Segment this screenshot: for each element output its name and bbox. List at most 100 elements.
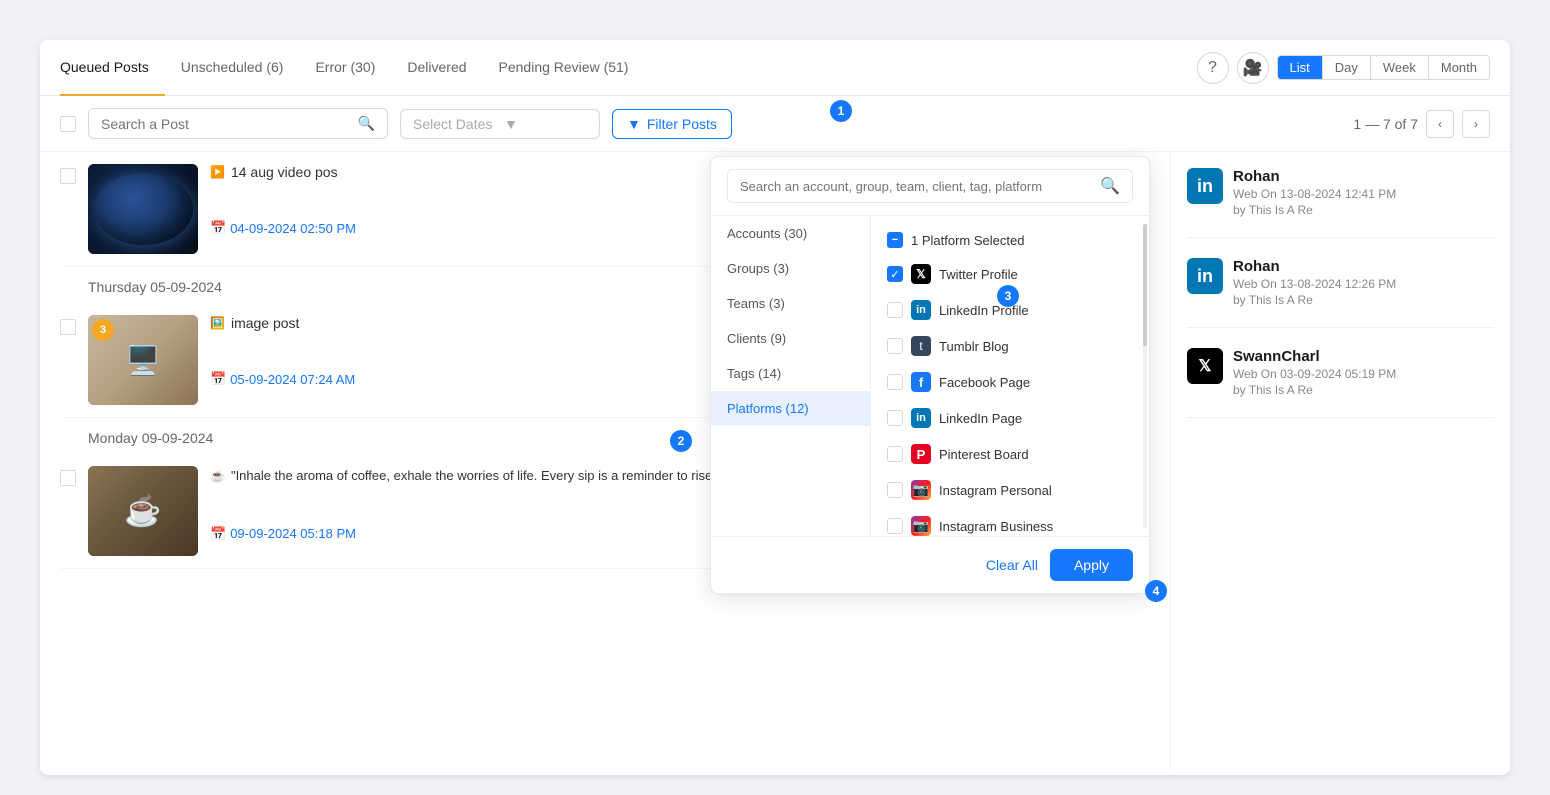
date-select[interactable]: Select Dates ▼ bbox=[400, 109, 600, 139]
checkbox-all-platforms[interactable] bbox=[887, 232, 903, 248]
tab-error[interactable]: Error (30) bbox=[299, 40, 391, 96]
linkedin-page-icon: in bbox=[911, 408, 931, 428]
account-by-3: by This Is A Re bbox=[1233, 383, 1396, 397]
view-list-button[interactable]: List bbox=[1278, 56, 1323, 79]
video-camera-icon: 🎥 bbox=[1243, 58, 1263, 78]
filter-option-linkedin-page[interactable]: in LinkedIn Page bbox=[871, 400, 1149, 436]
search-icon: 🔍 bbox=[358, 115, 375, 132]
filter-option-facebook[interactable]: f Facebook Page bbox=[871, 364, 1149, 400]
option-label-twitter: Twitter Profile bbox=[939, 267, 1018, 282]
filter-search-inner[interactable]: 🔍 bbox=[727, 169, 1133, 203]
checkbox-facebook[interactable] bbox=[887, 374, 903, 390]
account-by-2: by This Is A Re bbox=[1233, 293, 1396, 307]
select-all-checkbox[interactable] bbox=[60, 116, 76, 132]
filter-option-pinterest[interactable]: P Pinterest Board bbox=[871, 436, 1149, 472]
linkedin-platform-icon: in bbox=[911, 300, 931, 320]
coffee-image: ☕ bbox=[88, 466, 198, 556]
filter-label: Filter Posts bbox=[647, 116, 717, 132]
view-btn-group: List Day Week Month bbox=[1277, 55, 1491, 80]
view-month-button[interactable]: Month bbox=[1429, 56, 1489, 79]
calendar-icon-3: 📅 bbox=[210, 526, 226, 542]
step-badge-4: 4 bbox=[1145, 580, 1167, 602]
image-post-icon: 🖼️ bbox=[210, 316, 225, 330]
step-badge-1: 1 bbox=[830, 100, 852, 122]
account-detail-1: Web On 13-08-2024 12:41 PM bbox=[1233, 187, 1396, 201]
account-info-2: Rohan Web On 13-08-2024 12:26 PM by This… bbox=[1233, 258, 1396, 307]
post-badge-2: 3 bbox=[92, 319, 114, 341]
twitter-platform-icon: 𝕏 bbox=[911, 264, 931, 284]
twitter-icon-1: 𝕏 bbox=[1187, 348, 1223, 384]
right-panel: in Rohan Web On 13-08-2024 12:41 PM by T… bbox=[1170, 152, 1510, 771]
checkbox-linkedin[interactable] bbox=[887, 302, 903, 318]
step-badge-2: 2 bbox=[670, 430, 692, 452]
filter-accounts[interactable]: Accounts (30) bbox=[711, 216, 870, 251]
post-title-2: image post bbox=[231, 315, 299, 331]
account-detail-2: Web On 13-08-2024 12:26 PM bbox=[1233, 277, 1396, 291]
search-input[interactable] bbox=[101, 116, 350, 132]
next-page-button[interactable]: › bbox=[1462, 110, 1490, 138]
calendar-icon-1: 📅 bbox=[210, 220, 226, 236]
view-day-button[interactable]: Day bbox=[1323, 56, 1371, 79]
checkbox-instagram-business[interactable] bbox=[887, 518, 903, 534]
filter-option-all[interactable]: 1 Platform Selected bbox=[871, 224, 1149, 256]
video-icon-btn[interactable]: 🎥 bbox=[1237, 52, 1269, 84]
checkbox-tumblr[interactable] bbox=[887, 338, 903, 354]
post-checkbox-1[interactable] bbox=[60, 168, 76, 184]
option-label-facebook: Facebook Page bbox=[939, 375, 1030, 390]
post-checkbox-3[interactable] bbox=[60, 470, 76, 486]
date-select-text: Select Dates bbox=[413, 116, 496, 132]
filter-search-input[interactable] bbox=[740, 179, 1092, 194]
filter-groups[interactable]: Groups (3) bbox=[711, 251, 870, 286]
tabs-bar: Queued Posts Unscheduled (6) Error (30) … bbox=[40, 40, 1510, 96]
linkedin-icon-1: in bbox=[1187, 168, 1223, 204]
app-container: Queued Posts Unscheduled (6) Error (30) … bbox=[0, 0, 1550, 795]
option-label-instagram-personal: Instagram Personal bbox=[939, 483, 1052, 498]
checkbox-pinterest[interactable] bbox=[887, 446, 903, 462]
search-box[interactable]: 🔍 bbox=[88, 108, 388, 139]
post-thumbnail-2: 🖥️ 3 bbox=[88, 315, 198, 405]
filter-option-instagram-business[interactable]: 📷 Instagram Business bbox=[871, 508, 1149, 536]
calendar-icon-2: 📅 bbox=[210, 371, 226, 387]
filter-search-icon: 🔍 bbox=[1100, 176, 1120, 196]
help-icon-btn[interactable]: ? bbox=[1197, 52, 1229, 84]
step-badge-3: 3 bbox=[997, 285, 1019, 307]
account-by-1: by This Is A Re bbox=[1233, 203, 1396, 217]
filter-option-tumblr[interactable]: t Tumblr Blog bbox=[871, 328, 1149, 364]
tab-delivered[interactable]: Delivered bbox=[391, 40, 482, 96]
filter-options-panel: 1 Platform Selected 𝕏 Twitter Profile in… bbox=[871, 216, 1149, 536]
checkbox-twitter[interactable] bbox=[887, 266, 903, 282]
filter-tags[interactable]: Tags (14) bbox=[711, 356, 870, 391]
linkedin-icon-2: in bbox=[1187, 258, 1223, 294]
filter-body: Accounts (30) Groups (3) Teams (3) Clien… bbox=[711, 216, 1149, 536]
post-thumbnail-3: ☕ bbox=[88, 466, 198, 556]
tab-queued-posts[interactable]: Queued Posts bbox=[60, 40, 165, 96]
checkbox-linkedin-page[interactable] bbox=[887, 410, 903, 426]
filter-teams[interactable]: Teams (3) bbox=[711, 286, 870, 321]
clear-all-button[interactable]: Clear All bbox=[986, 557, 1038, 573]
filter-posts-button[interactable]: ▼ Filter Posts bbox=[612, 109, 732, 139]
view-controls: ? 🎥 List Day Week Month bbox=[1197, 52, 1491, 84]
scrollbar-track bbox=[1143, 224, 1147, 528]
tumblr-platform-icon: t bbox=[911, 336, 931, 356]
pagination-text: 1 — 7 of 7 bbox=[1353, 116, 1418, 132]
account-detail-3: Web On 03-09-2024 05:19 PM bbox=[1233, 367, 1396, 381]
post-title-1: 14 aug video pos bbox=[231, 164, 338, 180]
post-checkbox-2[interactable] bbox=[60, 319, 76, 335]
filter-footer: Clear All Apply bbox=[711, 536, 1149, 593]
tab-pending-review[interactable]: Pending Review (51) bbox=[483, 40, 645, 96]
filter-platforms[interactable]: Platforms (12) bbox=[711, 391, 870, 426]
image-post-icon-3: ☕ bbox=[210, 469, 225, 483]
filter-search-area: 🔍 bbox=[711, 157, 1149, 216]
filter-option-instagram-personal[interactable]: 📷 Instagram Personal bbox=[871, 472, 1149, 508]
tab-unscheduled[interactable]: Unscheduled (6) bbox=[165, 40, 300, 96]
account-card-3: 𝕏 SwannCharl Web On 03-09-2024 05:19 PM … bbox=[1187, 348, 1494, 418]
account-card-1: in Rohan Web On 13-08-2024 12:41 PM by T… bbox=[1187, 168, 1494, 238]
prev-page-button[interactable]: ‹ bbox=[1426, 110, 1454, 138]
scrollbar-thumb bbox=[1143, 224, 1147, 346]
apply-button[interactable]: Apply bbox=[1050, 549, 1133, 581]
instagram-business-icon: 📷 bbox=[911, 516, 931, 536]
filter-clients[interactable]: Clients (9) bbox=[711, 321, 870, 356]
option-label-linkedin: LinkedIn Profile bbox=[939, 303, 1029, 318]
view-week-button[interactable]: Week bbox=[1371, 56, 1429, 79]
checkbox-instagram-personal[interactable] bbox=[887, 482, 903, 498]
